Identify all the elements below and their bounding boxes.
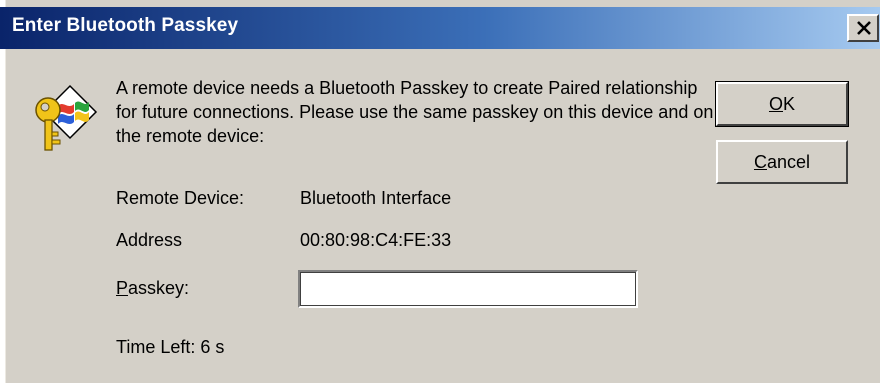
address-value: 00:80:98:C4:FE:33 bbox=[300, 230, 452, 250]
close-button[interactable] bbox=[847, 14, 879, 42]
remote-device-value: Bluetooth Interface bbox=[300, 188, 452, 208]
passkey-label: Passkey: bbox=[116, 278, 189, 299]
passkey-input[interactable] bbox=[298, 270, 638, 308]
passkey-label-text: asskey: bbox=[128, 278, 190, 298]
ok-button[interactable]: OK bbox=[715, 81, 849, 127]
bluetooth-key-icon bbox=[35, 84, 98, 151]
cancel-label: ancel bbox=[766, 151, 811, 172]
time-left-text: Time Left: 6 s bbox=[116, 337, 225, 357]
window-title: Enter Bluetooth Passkey bbox=[12, 15, 239, 36]
ok-label: K bbox=[783, 93, 796, 114]
bluetooth-passkey-dialog: Enter Bluetooth Passkey A remote device … bbox=[0, 0, 880, 383]
ok-accesskey: O bbox=[768, 93, 783, 114]
dialog-message: A remote device needs a Bluetooth Passke… bbox=[116, 78, 714, 146]
close-icon bbox=[857, 21, 871, 35]
cancel-button[interactable]: Cancel bbox=[716, 140, 848, 184]
window-edge bbox=[0, 0, 6, 383]
address-label: Address bbox=[116, 230, 183, 250]
title-bar[interactable]: Enter Bluetooth Passkey bbox=[0, 7, 880, 49]
remote-device-label: Remote Device: bbox=[116, 188, 245, 208]
passkey-label-accesskey: P bbox=[116, 278, 129, 298]
cancel-accesskey: C bbox=[753, 151, 767, 172]
